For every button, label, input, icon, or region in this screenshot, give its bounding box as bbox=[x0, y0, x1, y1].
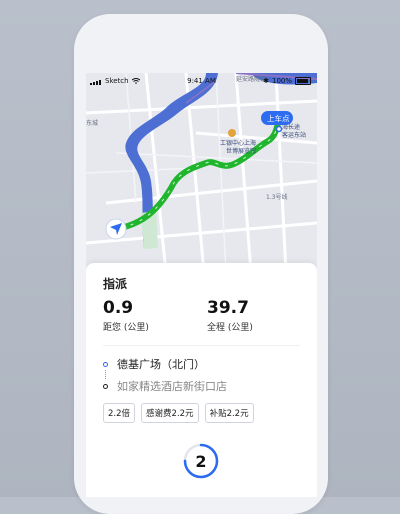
fare-tags: 2.2倍 感谢费2.2元 补贴2.2元 bbox=[103, 403, 254, 423]
divider bbox=[103, 345, 300, 346]
svg-text:1.3号线: 1.3号线 bbox=[266, 193, 288, 201]
origin-dot-icon bbox=[103, 361, 108, 367]
distance-value: 0.9 bbox=[103, 298, 134, 318]
total-distance-label: 全程 (公里) bbox=[207, 323, 253, 333]
total-distance-metric: 39.7 全程 (公里) bbox=[207, 298, 253, 333]
order-type-title: 指派 bbox=[103, 277, 128, 291]
poi-label: 工银中心上海 bbox=[220, 139, 256, 147]
origin-stop: 德基广场（北门） bbox=[103, 353, 227, 375]
order-card: 指派 0.9 距您 (公里) 39.7 全程 (公里) 德基广场（北门） 如家精… bbox=[86, 263, 317, 497]
battery-icon bbox=[295, 77, 311, 85]
poi-marker-icon bbox=[228, 129, 236, 137]
distance-metric: 0.9 距您 (公里) bbox=[103, 298, 149, 333]
bluetooth-icon: ✱ bbox=[263, 77, 269, 85]
countdown-number: 2 bbox=[195, 451, 207, 471]
total-distance-value: 39.7 bbox=[207, 298, 249, 318]
distance-label: 距您 (公里) bbox=[103, 323, 149, 333]
status-bar: Sketch 9:41 AM ✱ 100% bbox=[86, 73, 317, 89]
phone-screen: 工银中心上海 世博展览馆 海长途 客运东站 1.3号线 延安路隧道 东城 上车点… bbox=[86, 73, 317, 497]
multiplier-tag: 2.2倍 bbox=[103, 403, 136, 423]
map-view[interactable]: 工银中心上海 世博展览馆 海长途 客运东站 1.3号线 延安路隧道 东城 上车点 bbox=[86, 73, 317, 273]
destination-dot-icon bbox=[103, 383, 108, 389]
svg-text:客运东站: 客运东站 bbox=[282, 131, 306, 139]
battery-percent: 100% bbox=[271, 77, 292, 85]
route-connector bbox=[105, 370, 106, 379]
countdown-timer[interactable]: 2 bbox=[183, 443, 219, 479]
current-location-icon[interactable] bbox=[105, 218, 127, 240]
origin-address: 德基广场（北门） bbox=[117, 358, 205, 371]
route-stops: 德基广场（北门） 如家精选酒店新街口店 bbox=[103, 353, 227, 397]
thanks-fee-tag: 感谢费2.2元 bbox=[141, 403, 199, 423]
svg-text:东城: 东城 bbox=[86, 119, 98, 127]
svg-text:上车点: 上车点 bbox=[267, 113, 290, 123]
destination-stop: 如家精选酒店新街口店 bbox=[103, 375, 227, 397]
destination-address: 如家精选酒店新街口店 bbox=[117, 380, 227, 393]
subsidy-tag: 补贴2.2元 bbox=[204, 403, 254, 423]
svg-text:世博展览馆: 世博展览馆 bbox=[226, 147, 256, 155]
status-right: ✱ 100% bbox=[263, 77, 311, 85]
